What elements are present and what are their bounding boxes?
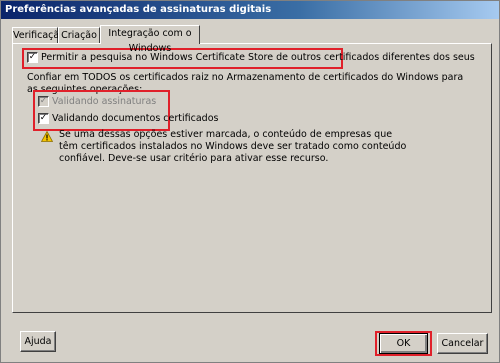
tab-panel: ✓ Permitir a pesquisa no Windows Certifi…: [12, 43, 492, 313]
cancel-button[interactable]: Cancelar: [437, 333, 488, 354]
validate-signatures-option: ✓ Validando assinaturas: [38, 96, 156, 107]
help-button-label: Ajuda: [24, 336, 52, 347]
check-icon: ✓: [39, 113, 48, 123]
help-button[interactable]: Ajuda: [20, 331, 56, 352]
tab-label: Criação: [61, 30, 97, 41]
allow-search-option[interactable]: ✓ Permitir a pesquisa no Windows Certifi…: [27, 52, 475, 63]
validate-certified-checkbox[interactable]: ✓: [38, 113, 49, 124]
validate-signatures-label: Validando assinaturas: [52, 96, 157, 107]
title-bar[interactable]: Preferências avançadas de assinaturas di…: [1, 1, 499, 19]
allow-search-checkbox[interactable]: ✓: [27, 52, 38, 63]
check-icon: ✓: [39, 96, 48, 106]
tab-integracao-windows[interactable]: Integração com o Windows: [100, 25, 200, 54]
tab-verificacao[interactable]: Verificação: [12, 27, 65, 44]
dialog-window: Preferências avançadas de assinaturas di…: [0, 0, 500, 363]
warning-icon: [41, 131, 53, 142]
validate-certified-option[interactable]: ✓ Validando documentos certificados: [38, 113, 218, 124]
check-icon: ✓: [28, 52, 37, 62]
validate-certified-label: Validando documentos certificados: [52, 113, 219, 124]
window-title: Preferências avançadas de assinaturas di…: [5, 4, 272, 15]
cancel-button-label: Cancelar: [441, 338, 484, 349]
validate-signatures-checkbox: ✓: [38, 96, 49, 107]
ok-button[interactable]: OK: [379, 333, 428, 354]
ok-button-label: OK: [396, 338, 411, 349]
tab-criacao[interactable]: Criação: [58, 27, 100, 44]
warning-text: Se uma dessas opções estiver marcada, o …: [59, 129, 407, 164]
allow-search-label: Permitir a pesquisa no Windows Certifica…: [41, 52, 475, 63]
